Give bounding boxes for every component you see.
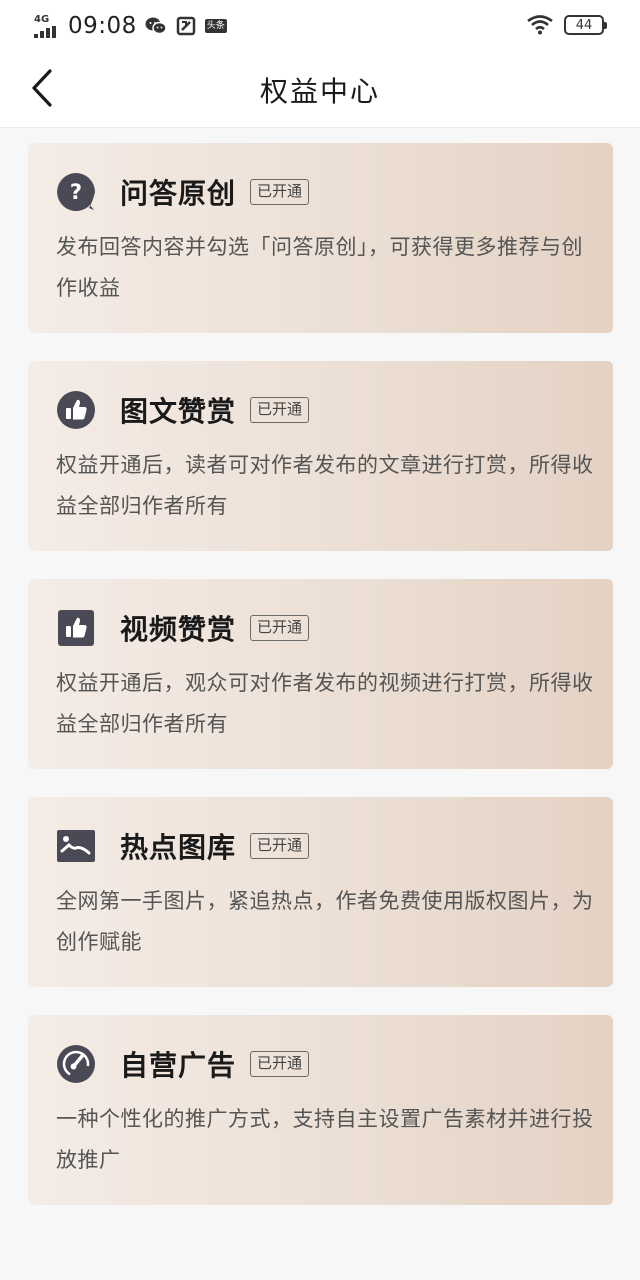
gauge-icon — [56, 1044, 96, 1084]
benefit-list: ? 问答原创 已开通 发布回答内容并勾选「问答原创」，可获得更多推荐与创作收益 … — [28, 143, 613, 1233]
card-description: 一种个性化的推广方式，支持自主设置广告素材并进行投放推广 — [56, 1107, 594, 1172]
benefit-card-hot-gallery[interactable]: 热点图库 已开通 全网第一手图片，紧追热点，作者免费使用版权图片，为创作赋能 — [28, 797, 613, 987]
card-title: 问答原创 — [120, 177, 237, 210]
status-badge: 已开通 — [250, 615, 310, 641]
svg-text:?: ? — [70, 180, 82, 204]
card-title: 视频赞赏 — [120, 613, 237, 646]
status-badge: 已开通 — [250, 179, 310, 205]
card-title: 自营广告 — [120, 1049, 237, 1082]
status-bar: 4G 09:08 头条 44 — [0, 0, 640, 52]
thumbs-up-icon — [56, 390, 96, 430]
card-title: 图文赞赏 — [120, 395, 237, 428]
page-title: 权益中心 — [259, 75, 380, 108]
benefit-card-video-tip[interactable]: 视频赞赏 已开通 权益开通后，观众可对作者发布的视频进行打赏，所得收益全部归作者… — [28, 579, 613, 769]
card-header: 视频赞赏 已开通 — [56, 607, 310, 649]
card-header: 自营广告 已开通 — [56, 1043, 310, 1085]
wifi-icon — [526, 14, 554, 36]
card-description: 全网第一手图片，紧追热点，作者免费使用版权图片，为创作赋能 — [56, 889, 594, 954]
signal-bars-icon — [34, 25, 56, 38]
benefit-card-article-tip[interactable]: 图文赞赏 已开通 权益开通后，读者可对作者发布的文章进行打赏，所得收益全部归作者… — [28, 361, 613, 551]
card-header: 热点图库 已开通 — [56, 825, 310, 867]
signal-indicator: 4G — [34, 13, 60, 38]
card-description: 发布回答内容并勾选「问答原创」，可获得更多推荐与创作收益 — [56, 235, 583, 300]
wechat-icon — [145, 15, 167, 37]
battery-level: 44 — [575, 17, 593, 33]
status-bar-left: 4G 09:08 头条 — [34, 10, 227, 42]
card-description: 权益开通后，读者可对作者发布的文章进行打赏，所得收益全部归作者所有 — [56, 453, 594, 518]
thumbs-up-square-icon — [56, 608, 96, 648]
battery-icon: 44 — [564, 15, 607, 35]
sim-icon — [175, 15, 197, 37]
card-title: 热点图库 — [120, 831, 237, 864]
image-icon — [56, 826, 96, 866]
card-header: ? 问答原创 已开通 — [56, 171, 310, 213]
benefit-card-self-ads[interactable]: 自营广告 已开通 一种个性化的推广方式，支持自主设置广告素材并进行投放推广 — [28, 1015, 613, 1205]
toutiao-label: 头条 — [204, 19, 227, 33]
network-type: 4G — [34, 13, 50, 25]
question-icon: ? — [56, 172, 96, 212]
card-description: 权益开通后，观众可对作者发布的视频进行打赏，所得收益全部归作者所有 — [56, 671, 594, 736]
status-bar-right: 44 — [526, 12, 607, 38]
card-header: 图文赞赏 已开通 — [56, 389, 310, 431]
nav-bar: 权益中心 — [0, 52, 640, 128]
toutiao-icon: 头条 — [204, 15, 227, 37]
status-time: 09:08 — [68, 13, 137, 39]
status-badge: 已开通 — [250, 833, 310, 859]
benefit-card-qa-original[interactable]: ? 问答原创 已开通 发布回答内容并勾选「问答原创」，可获得更多推荐与创作收益 — [28, 143, 613, 333]
status-badge: 已开通 — [250, 397, 310, 423]
status-badge: 已开通 — [250, 1051, 310, 1077]
